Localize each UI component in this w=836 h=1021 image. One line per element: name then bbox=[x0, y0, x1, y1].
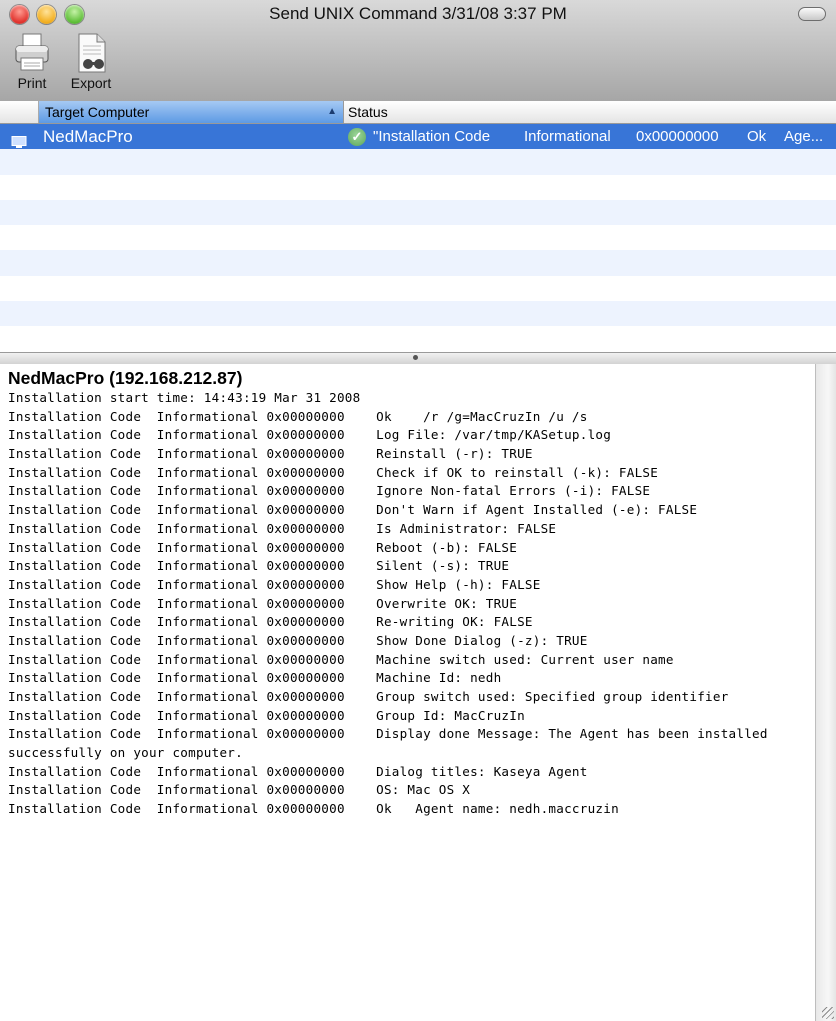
target-computer-table[interactable]: Target Computer ▲ Status NedMacPro ✓ "In… bbox=[0, 101, 836, 352]
divider-handle-icon bbox=[413, 355, 418, 360]
table-row-empty bbox=[0, 301, 836, 327]
log-line: Installation Code Informational 0x000000… bbox=[8, 520, 557, 536]
export-document-icon bbox=[71, 32, 111, 74]
log-line: Installation Code Informational 0x000000… bbox=[8, 558, 510, 574]
column-header-target-computer[interactable]: Target Computer ▲ bbox=[39, 101, 344, 123]
log-line: Installation start time: 14:43:19 Mar 31… bbox=[8, 390, 361, 405]
log-lines: Installation start time: 14:43:19 Mar 31… bbox=[8, 389, 813, 819]
checkmark-icon: ✓ bbox=[348, 128, 366, 146]
log-line: Installation Code Informational 0x000000… bbox=[8, 763, 588, 779]
log-line: Installation Code Informational 0x000000… bbox=[8, 689, 729, 704]
column-header-target-label: Target Computer bbox=[45, 104, 150, 120]
window-toolbar: Send UNIX Command 3/31/08 3:37 PM Print bbox=[0, 0, 836, 102]
export-button[interactable]: Export bbox=[65, 32, 117, 91]
column-header-icon[interactable] bbox=[0, 101, 39, 123]
log-line: successfully on your computer. bbox=[8, 745, 243, 761]
table-row-empty bbox=[0, 174, 836, 200]
log-line: Installation Code Informational 0x000000… bbox=[8, 595, 518, 611]
print-button[interactable]: Print bbox=[6, 32, 58, 91]
log-line: Installation Code Informational 0x000000… bbox=[8, 651, 674, 667]
log-line: Installation Code Informational 0x000000… bbox=[8, 576, 541, 592]
window-title: Send UNIX Command 3/31/08 3:37 PM bbox=[269, 4, 567, 23]
table-header: Target Computer ▲ Status bbox=[0, 101, 836, 124]
column-header-status[interactable]: Status bbox=[347, 101, 388, 123]
table-row-empty bbox=[0, 199, 836, 226]
log-line: Installation Code Informational 0x000000… bbox=[8, 632, 588, 648]
toolbar-toggle-button[interactable] bbox=[798, 7, 826, 21]
log-line: Installation Code Informational 0x000000… bbox=[8, 408, 588, 424]
table-row-empty bbox=[0, 149, 836, 175]
status-extra-cell: Age... bbox=[784, 128, 824, 145]
log-line: Installation Code Informational 0x000000… bbox=[8, 446, 533, 462]
export-label: Export bbox=[70, 75, 112, 91]
sort-ascending-icon: ▲ bbox=[327, 106, 337, 117]
status-hex-cell: 0x00000000 bbox=[636, 128, 719, 145]
table-rows: NedMacPro ✓ "Installation Code Informati… bbox=[0, 124, 836, 352]
vertical-scrollbar[interactable] bbox=[815, 364, 836, 1021]
log-line: Installation Code Informational 0x000000… bbox=[8, 707, 525, 723]
log-line: Installation Code Informational 0x000000… bbox=[8, 502, 698, 518]
log-line: Installation Code Informational 0x000000… bbox=[8, 483, 651, 499]
computer-name-cell: NedMacPro bbox=[43, 127, 133, 146]
log-line: Installation Code Informational 0x000000… bbox=[8, 670, 502, 686]
log-line: Installation Code Informational 0x000000… bbox=[8, 427, 612, 443]
log-output-pane[interactable]: NedMacPro (192.168.212.87) Installation … bbox=[0, 364, 815, 1021]
resize-grip-icon[interactable] bbox=[822, 1007, 834, 1019]
log-line: Installation Code Informational 0x000000… bbox=[8, 801, 619, 817]
log-line: Installation Code Informational 0x000000… bbox=[8, 614, 533, 630]
table-row[interactable]: NedMacPro ✓ "Installation Code Informati… bbox=[0, 124, 836, 150]
log-line: Installation Code Informational 0x000000… bbox=[8, 464, 659, 480]
status-result-cell: Ok bbox=[747, 128, 767, 145]
table-row-empty bbox=[0, 225, 836, 251]
status-code-cell: "Installation Code bbox=[373, 128, 491, 145]
table-row-empty bbox=[0, 275, 836, 302]
computer-monitor-icon bbox=[11, 131, 27, 148]
log-line: Installation Code Informational 0x000000… bbox=[8, 539, 518, 555]
log-line: Installation Code Informational 0x000000… bbox=[8, 782, 471, 798]
print-label: Print bbox=[17, 75, 47, 91]
printer-icon bbox=[12, 32, 52, 74]
status-type-cell: Informational bbox=[524, 128, 611, 145]
log-line: Installation Code Informational 0x000000… bbox=[8, 726, 768, 742]
log-title: NedMacPro (192.168.212.87) bbox=[8, 368, 243, 388]
table-row-empty bbox=[0, 326, 836, 352]
table-row-empty bbox=[0, 250, 836, 276]
